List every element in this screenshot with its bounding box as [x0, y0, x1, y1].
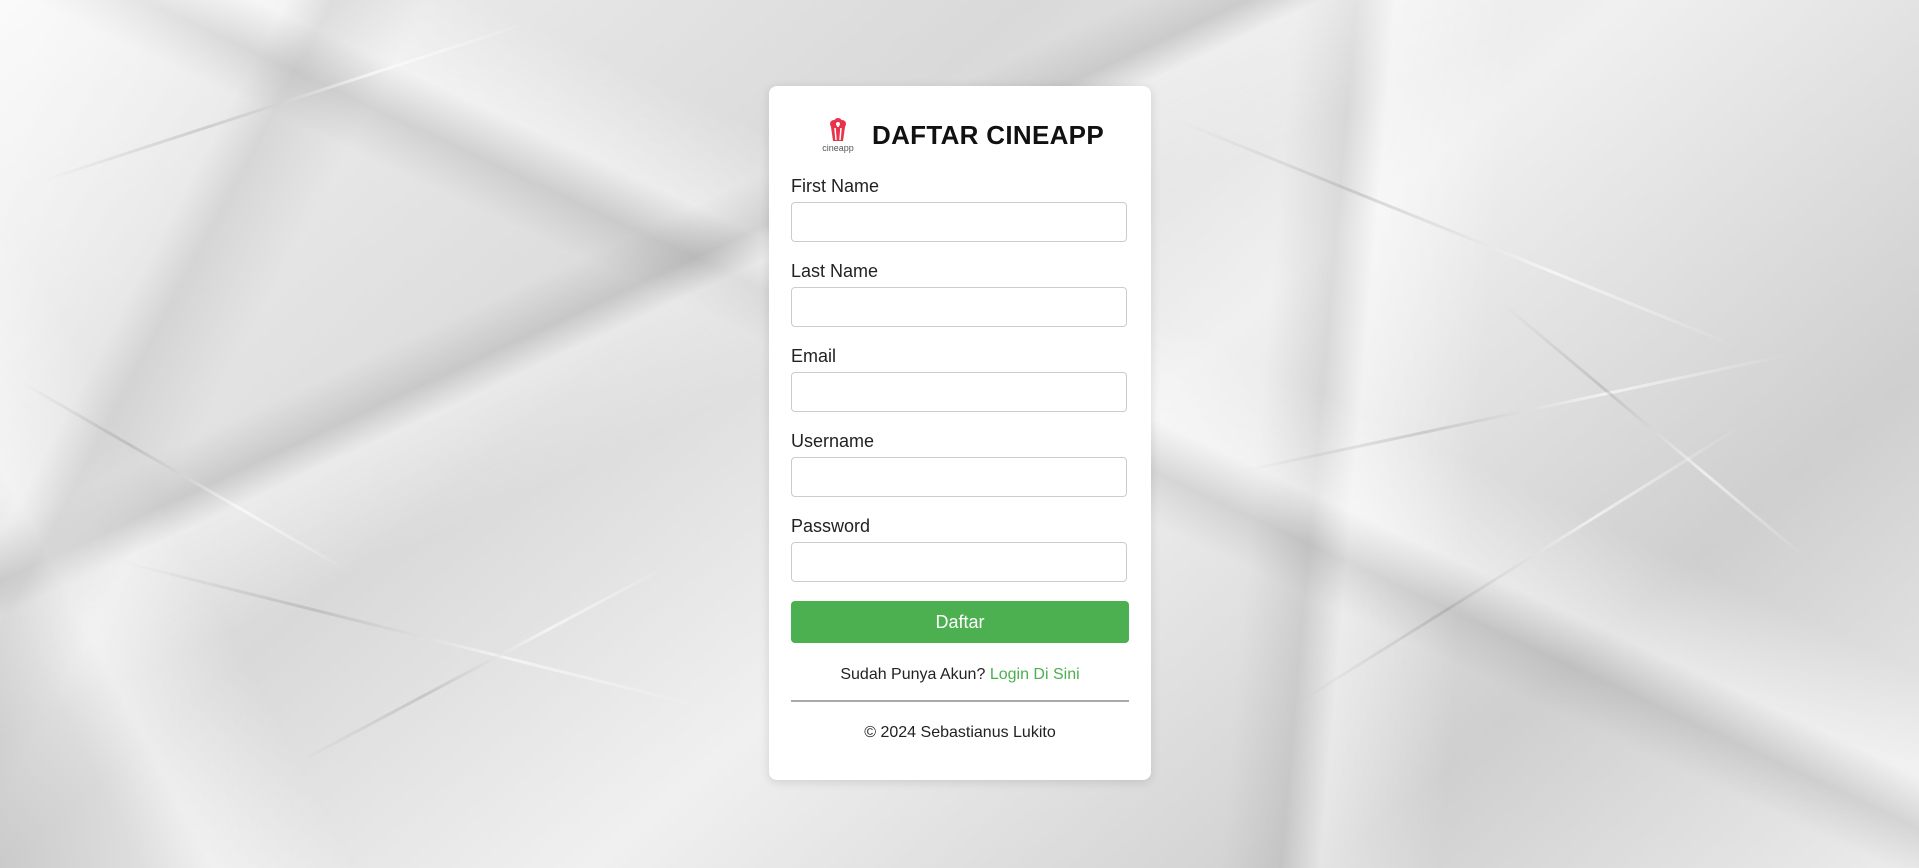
page-title: DAFTAR CINEAPP: [872, 119, 1104, 150]
daftar-button[interactable]: Daftar: [791, 601, 1129, 643]
email-label: Email: [791, 346, 837, 366]
divider: [791, 700, 1129, 702]
footer-copyright: © 2024 Sebastianus Lukito: [864, 724, 1056, 741]
last-name-input[interactable]: [791, 287, 1127, 327]
last-name-label: Last Name: [791, 261, 879, 281]
username-input[interactable]: [791, 457, 1127, 497]
password-input[interactable]: [791, 542, 1127, 582]
first-name-label: First Name: [791, 176, 880, 196]
registration-card: cineapp DAFTAR CINEAPP First Name Last N…: [769, 86, 1151, 780]
cineapp-logo: cineapp: [816, 114, 860, 156]
popcorn-icon: [830, 117, 847, 141]
username-label: Username: [791, 431, 875, 451]
logo-text: cineapp: [822, 142, 854, 153]
login-prompt: Sudah Punya Akun? Login Di Sini: [769, 666, 1151, 684]
first-name-input[interactable]: [791, 202, 1127, 242]
login-link[interactable]: Login Di Sini: [990, 666, 1080, 683]
card-header: cineapp DAFTAR CINEAPP: [769, 112, 1151, 158]
login-prompt-text: Sudah Punya Akun?: [840, 666, 986, 683]
email-input[interactable]: [791, 372, 1127, 412]
password-label: Password: [791, 516, 871, 536]
